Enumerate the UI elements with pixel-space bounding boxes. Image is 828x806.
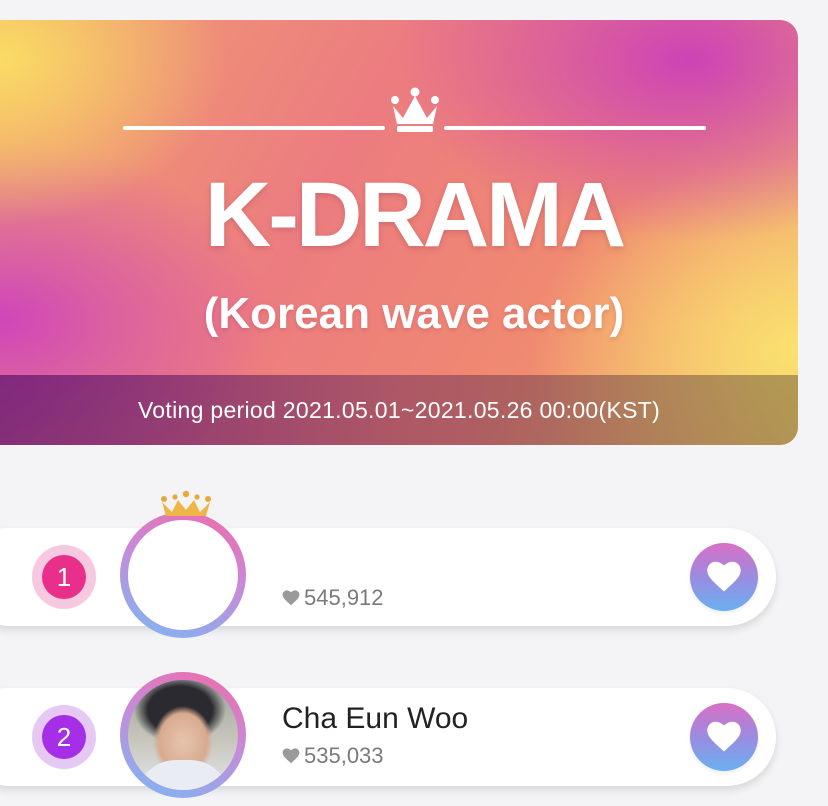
actor-name: Cha Eun Woo bbox=[282, 702, 469, 735]
banner-divider-right bbox=[444, 126, 706, 130]
avatar[interactable] bbox=[120, 512, 246, 638]
banner-title: K-DRAMA bbox=[204, 164, 626, 266]
rank-badge: 1 bbox=[32, 545, 96, 609]
vote-button[interactable] bbox=[690, 703, 758, 771]
banner-divider-left bbox=[123, 126, 385, 130]
crown-icon bbox=[161, 490, 211, 516]
heart-icon bbox=[707, 561, 741, 592]
vote-count-text: 535,033 bbox=[304, 743, 384, 768]
vote-button[interactable] bbox=[690, 543, 758, 611]
avatar-photo-shirt bbox=[136, 760, 230, 790]
rank-number: 1 bbox=[42, 555, 86, 599]
heart-icon bbox=[707, 721, 741, 752]
vote-count: 535,033 bbox=[282, 743, 384, 769]
event-banner: K-DRAMA (Korean wave actor) Voting perio… bbox=[0, 20, 798, 445]
voting-period: Voting period 2021.05.01~2021.05.26 00:0… bbox=[0, 375, 798, 445]
vote-count: 545,912 bbox=[282, 585, 384, 611]
banner-subtitle: (Korean wave actor) bbox=[203, 289, 625, 338]
heart-icon bbox=[282, 748, 300, 764]
avatar[interactable] bbox=[120, 672, 246, 798]
heart-icon bbox=[282, 590, 300, 606]
vote-count-text: 545,912 bbox=[304, 585, 384, 610]
rank-number: 2 bbox=[42, 715, 86, 759]
rank-badge: 2 bbox=[32, 705, 96, 769]
crown-icon bbox=[391, 87, 439, 132]
avatar-photo bbox=[128, 680, 238, 790]
ranking-row[interactable]: 1 bbox=[0, 528, 776, 626]
voting-period-text: Voting period 2021.05.01~2021.05.26 00:0… bbox=[137, 396, 661, 423]
avatar-image-placeholder bbox=[128, 520, 238, 630]
